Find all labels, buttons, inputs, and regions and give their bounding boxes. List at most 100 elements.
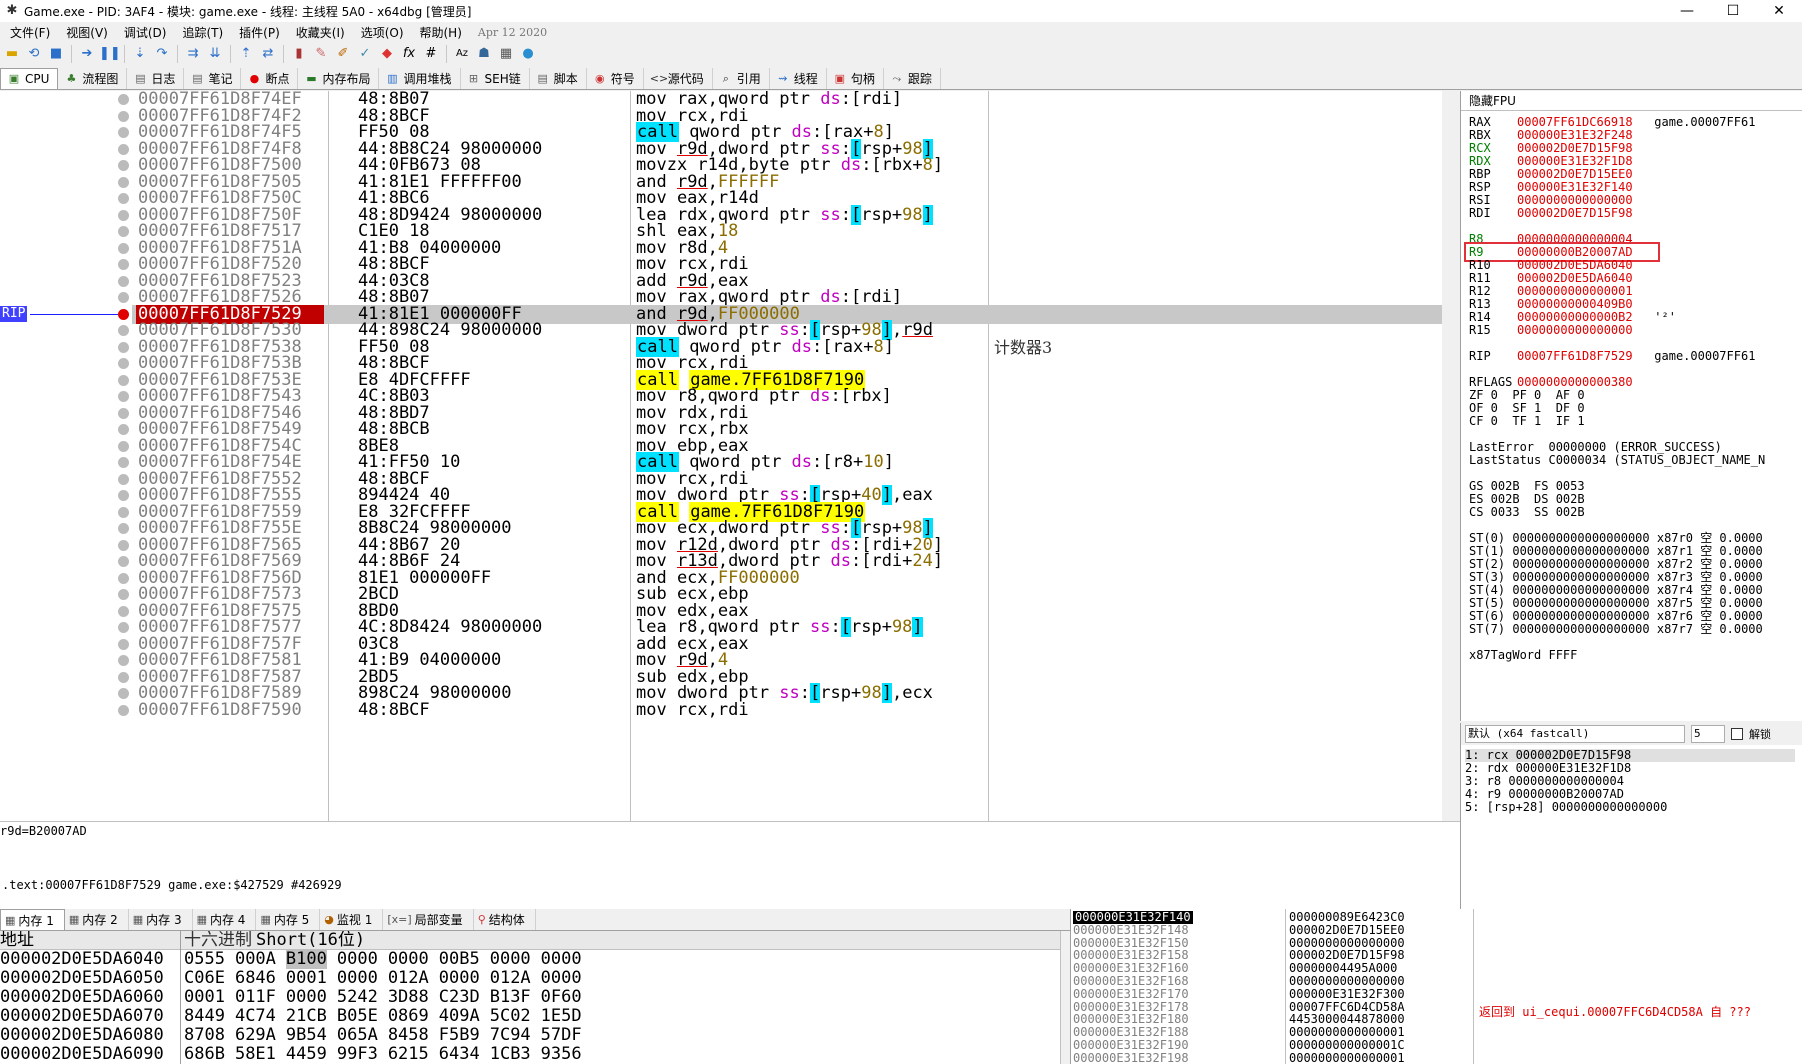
breakpoint-slot-icon[interactable] bbox=[118, 242, 129, 254]
breakpoint-slot-icon[interactable] bbox=[118, 209, 129, 221]
dump-row[interactable]: 000002D0E5DA6090 686B 58E1 4459 99F3 6215 6434… bbox=[0, 1045, 592, 1064]
close-icon[interactable]: ✕ bbox=[1756, 0, 1802, 22]
memory-dump-view[interactable]: 地址 十六进制 Short(16位) 000002D0E5DA6040 0555 0… bbox=[0, 931, 1060, 1064]
breakpoint-slot-icon[interactable] bbox=[118, 556, 129, 567]
register-row[interactable]: R12 0000000000000001 bbox=[1469, 284, 1633, 298]
stack-row[interactable]: 000000E31E32F170 000000E31E32F300 bbox=[1071, 987, 1802, 1001]
menu-help[interactable]: 帮助(H) bbox=[412, 24, 470, 41]
trace-into-icon[interactable]: ⇉ bbox=[183, 44, 203, 64]
register-row[interactable]: RBX 000000E31E32F248 bbox=[1469, 128, 1633, 142]
breakpoint-slot-icon[interactable] bbox=[118, 292, 129, 303]
register-row[interactable]: R13 00000000000409B0 bbox=[1469, 297, 1633, 311]
breakpoint-slot-icon[interactable] bbox=[118, 457, 129, 468]
arg-count-spinner[interactable]: 5 bbox=[1691, 725, 1725, 743]
register-row[interactable]: R11 000002D0E5DA6040 bbox=[1469, 271, 1633, 285]
menu-file[interactable]: 文件(F) bbox=[2, 24, 58, 41]
breakpoint-slot-icon[interactable] bbox=[118, 688, 129, 699]
calling-convention-select[interactable]: 默认 (x64 fastcall) bbox=[1465, 725, 1685, 743]
breakpoint-slot-icon[interactable] bbox=[118, 704, 129, 716]
breakpoint-slot-icon[interactable] bbox=[118, 259, 129, 270]
breakpoint-slot-icon[interactable] bbox=[118, 358, 129, 369]
tab-notes[interactable]: ▤ 笔记 bbox=[184, 68, 242, 89]
tab-log[interactable]: ▤ 日志 bbox=[127, 68, 185, 89]
comment-icon[interactable]: ✐ bbox=[333, 44, 353, 64]
tab-seh[interactable]: ⊞ SEH链 bbox=[461, 68, 530, 89]
disasm-gutter[interactable]: RIP bbox=[0, 91, 132, 821]
breakpoint-slot-icon[interactable] bbox=[118, 440, 129, 452]
function-icon[interactable]: fx bbox=[399, 44, 419, 64]
bookmark-icon[interactable]: ◆ bbox=[377, 44, 397, 64]
segment-row[interactable]: GS 002B FS 0053 bbox=[1469, 479, 1585, 493]
breakpoint-slot-icon[interactable] bbox=[118, 226, 129, 237]
fpu-row[interactable]: ST(3) 0000000000000000000 x87r3 空 0.0000 bbox=[1469, 570, 1763, 584]
dump-row[interactable]: 000002D0E5DA6070 8449 4C74 21CB B05E 0869 409A… bbox=[0, 1007, 592, 1026]
fpu-row[interactable]: ST(4) 0000000000000000000 x87r4 空 0.0000 bbox=[1469, 583, 1763, 597]
restart-icon[interactable]: ⟲ bbox=[24, 44, 44, 64]
breakpoint-slot-icon[interactable] bbox=[118, 671, 129, 683]
breakpoint-slot-icon[interactable] bbox=[118, 94, 129, 105]
globe-icon[interactable]: ● bbox=[518, 44, 538, 64]
register-row[interactable]: RSP 000000E31E32F140 bbox=[1469, 180, 1633, 194]
tab-cpu[interactable]: ▣ CPU bbox=[0, 68, 59, 89]
breakpoint-slot-icon[interactable] bbox=[118, 605, 129, 617]
menu-favourites[interactable]: 收藏夹(I) bbox=[288, 24, 353, 41]
disasm-row[interactable]: 00007FF61D8F7590 48:8BCF mov rcx,rdi bbox=[132, 700, 1442, 720]
stack-row[interactable]: 000000E31E32F198 0000000000000001 bbox=[1071, 1051, 1802, 1064]
segment-row[interactable]: CS 0033 SS 002B bbox=[1469, 505, 1585, 519]
disasm-scrollbar[interactable] bbox=[1442, 91, 1460, 821]
fpu-row[interactable]: ST(7) 0000000000000000000 x87r7 空 0.0000 bbox=[1469, 622, 1763, 636]
register-row[interactable]: RSI 0000000000000000 bbox=[1469, 193, 1633, 207]
breakpoint-slot-icon[interactable] bbox=[118, 176, 129, 188]
breakpoint-slot-icon[interactable] bbox=[118, 622, 129, 633]
register-row[interactable]: RDX 000000E31E32F1D8 bbox=[1469, 154, 1633, 168]
register-row[interactable]: RAX 00007FF61DC66918 game.00007FF61 bbox=[1469, 115, 1755, 129]
tab-dump-4[interactable]: ▦ 内存 4 bbox=[193, 909, 257, 930]
tab-source[interactable]: <> 源代码 bbox=[644, 68, 713, 89]
hash-icon[interactable]: # bbox=[421, 44, 441, 64]
fpu-row[interactable]: ST(5) 0000000000000000000 x87r5 空 0.0000 bbox=[1469, 596, 1763, 610]
breakpoint-slot-icon[interactable] bbox=[118, 490, 129, 501]
minimize-icon[interactable]: — bbox=[1664, 0, 1710, 22]
menu-debug[interactable]: 调试(D) bbox=[116, 24, 175, 41]
dump-header-short[interactable]: Short(16位) bbox=[256, 931, 365, 950]
tab-references[interactable]: ⌕ 引用 bbox=[713, 68, 770, 89]
tab-memory-map[interactable]: ▬ 内存布局 bbox=[298, 68, 380, 89]
maximize-icon[interactable]: ☐ bbox=[1710, 0, 1756, 22]
breakpoint-slot-icon[interactable] bbox=[118, 127, 129, 138]
stop-icon[interactable]: ■ bbox=[46, 44, 66, 64]
breakpoint-slot-icon[interactable] bbox=[118, 143, 129, 155]
tab-graph[interactable]: ♣ 流程图 bbox=[58, 68, 128, 89]
tab-struct[interactable]: ⚲ 结构体 bbox=[474, 909, 536, 930]
breakpoint-slot-icon[interactable] bbox=[118, 506, 129, 518]
breakpoint-slot-icon[interactable] bbox=[118, 341, 129, 353]
user-icon[interactable]: ☗ bbox=[474, 44, 494, 64]
tab-breakpoints[interactable]: ● 断点 bbox=[241, 68, 299, 89]
dump-header-address[interactable]: 地址 bbox=[0, 931, 34, 950]
calculator-icon[interactable]: ▦ bbox=[496, 44, 516, 64]
dump-header-hex[interactable]: 十六进制 bbox=[184, 931, 252, 950]
register-row[interactable]: RDI 000002D0E7D15F98 bbox=[1469, 206, 1633, 220]
step-into-icon[interactable]: ⇣ bbox=[130, 44, 150, 64]
breakpoint-slot-icon[interactable] bbox=[118, 539, 129, 551]
breakpoint-slot-icon[interactable] bbox=[118, 572, 129, 584]
tagword-row[interactable]: x87TagWord FFFF bbox=[1469, 648, 1577, 662]
dump-row[interactable]: 000002D0E5DA6040 0555 000A B100 0000 0000 00B5… bbox=[0, 950, 592, 969]
dump-scrollbar[interactable] bbox=[1060, 931, 1070, 1064]
dump-row[interactable]: 000002D0E5DA6080 8708 629A 9B54 065A 8458 F5B9… bbox=[0, 1026, 592, 1045]
register-panel[interactable]: 隐藏FPU RAX 00007FF61DC66918 game.00007FF61… bbox=[1460, 91, 1802, 721]
menu-options[interactable]: 选项(O) bbox=[353, 24, 412, 41]
menu-plugins[interactable]: 插件(P) bbox=[231, 24, 288, 41]
fpu-row[interactable]: ST(1) 0000000000000000000 x87r1 空 0.0000 bbox=[1469, 544, 1763, 558]
pause-icon[interactable]: ❚❚ bbox=[99, 44, 121, 64]
breakpoint-slot-icon[interactable] bbox=[118, 589, 129, 600]
fpu-row[interactable]: ST(6) 0000000000000000000 x87r6 空 0.0000 bbox=[1469, 609, 1763, 623]
tab-locals[interactable]: [x=] 局部变量 bbox=[383, 909, 474, 930]
step-over-icon[interactable]: ↷ bbox=[152, 44, 172, 64]
tab-trace[interactable]: ⤳ 跟踪 bbox=[884, 68, 941, 89]
tab-call-stack[interactable]: ▥ 调用堆栈 bbox=[379, 68, 461, 89]
trace-over-icon[interactable]: ⇊ bbox=[205, 44, 225, 64]
breakpoint-slot-icon[interactable] bbox=[118, 275, 129, 287]
tab-dump-2[interactable]: ▦ 内存 2 bbox=[65, 909, 129, 930]
register-row[interactable]: RFLAGS 0000000000000380 bbox=[1469, 375, 1633, 389]
open-folder-icon[interactable]: ▬ bbox=[2, 44, 22, 64]
